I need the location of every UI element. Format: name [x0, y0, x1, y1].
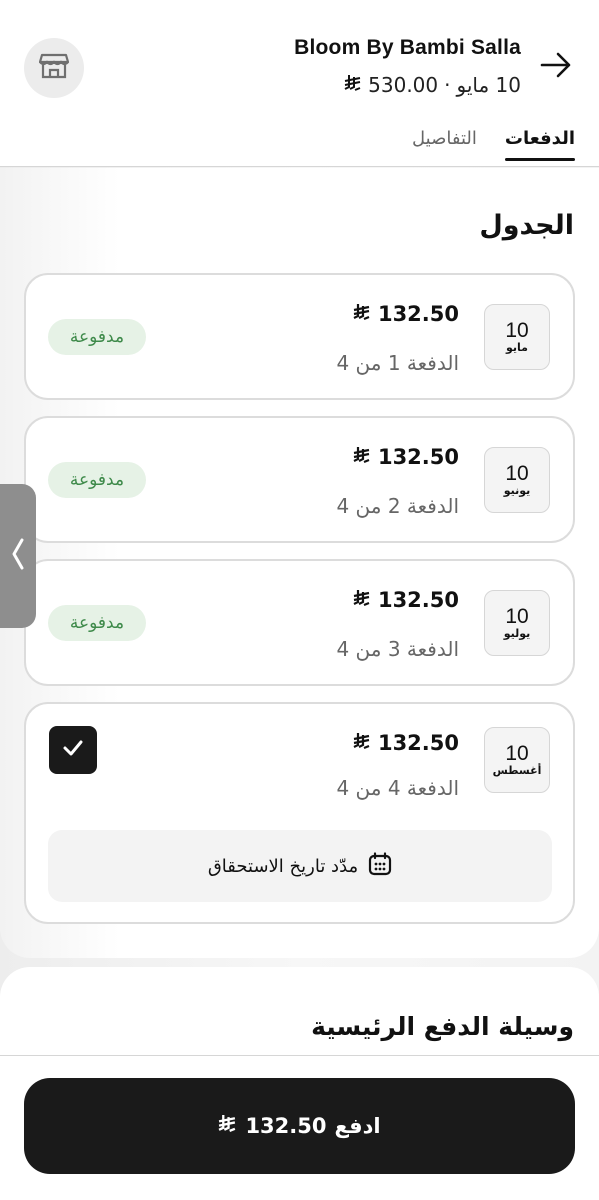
pay-label: ادفع — [334, 1114, 381, 1138]
store-icon — [38, 53, 70, 83]
status-badge: مدفوعة — [48, 462, 146, 498]
installment-amount: 132.50 — [353, 588, 459, 612]
amount-value: 132.50 — [377, 302, 459, 326]
separator: · — [444, 73, 451, 97]
status-badge: مدفوعة — [48, 605, 146, 641]
installment-amount: 132.50 — [353, 731, 459, 755]
date-month: يونيو — [503, 484, 531, 497]
back-button[interactable] — [538, 50, 574, 84]
installment-amount: 132.50 — [353, 302, 459, 326]
arrow-right-icon — [540, 52, 572, 82]
riyal-icon — [218, 1114, 237, 1138]
installment-label: الدفعة 1 من 4 — [336, 351, 459, 375]
date-day: 10 — [505, 319, 529, 342]
order-date: 10 مايو — [456, 73, 521, 97]
riyal-icon — [353, 731, 371, 755]
order-summary: 530.00 · 10 مايو — [344, 73, 521, 97]
installment-card[interactable]: 10 يونيو 132.50 الدفعة 2 من 4 مدفوعة — [24, 416, 575, 543]
date-box: 10 يوليو — [484, 590, 550, 656]
pay-amount: 132.50 — [245, 1114, 327, 1138]
date-box: 10 يونيو — [484, 447, 550, 513]
riyal-icon — [353, 588, 371, 612]
tab-details[interactable]: التفاصيل — [412, 128, 477, 161]
schedule-title: الجدول — [479, 210, 574, 241]
amount-value: 132.50 — [377, 588, 459, 612]
pay-button[interactable]: ادفع 132.50 — [24, 1078, 575, 1174]
order-total: 530.00 — [368, 73, 439, 97]
date-box: 10 مايو — [484, 304, 550, 370]
extend-label: مدّد تاريخ الاستحقاق — [207, 855, 359, 877]
chevron-left-icon — [11, 537, 25, 575]
amount-value: 132.50 — [377, 445, 459, 469]
installment-label: الدفعة 4 من 4 — [336, 776, 459, 800]
riyal-icon — [353, 445, 371, 469]
date-month: يوليو — [503, 627, 531, 640]
store-avatar — [24, 38, 84, 98]
merchant-name: Bloom By Bambi Salla — [294, 36, 521, 59]
installment-card[interactable]: 10 مايو 132.50 الدفعة 1 من 4 مدفوعة — [24, 273, 575, 400]
amount-value: 132.50 — [377, 731, 459, 755]
date-day: 10 — [505, 462, 529, 485]
extend-due-date-button[interactable]: مدّد تاريخ الاستحقاق — [48, 830, 552, 902]
installment-card-selected[interactable]: 10 أغسطس 132.50 الدفعة 4 من 4 مدّد تاريخ… — [24, 702, 575, 924]
installment-amount: 132.50 — [353, 445, 459, 469]
installment-label: الدفعة 2 من 4 — [336, 494, 459, 518]
calendar-icon — [368, 851, 392, 881]
check-icon — [62, 739, 84, 761]
payment-method-title: وسيلة الدفع الرئيسية — [311, 1012, 574, 1041]
date-month: أغسطس — [492, 764, 542, 777]
installment-card[interactable]: 10 يوليو 132.50 الدفعة 3 من 4 مدفوعة — [24, 559, 575, 686]
riyal-icon — [344, 73, 362, 97]
tab-payments[interactable]: الدفعات — [504, 128, 576, 161]
date-day: 10 — [505, 605, 529, 628]
date-box: 10 أغسطس — [484, 727, 550, 793]
select-checkbox[interactable] — [49, 726, 97, 774]
status-badge: مدفوعة — [48, 319, 146, 355]
tabs: الدفعات التفاصيل — [412, 128, 576, 161]
date-month: مايو — [506, 341, 528, 354]
date-day: 10 — [505, 742, 529, 765]
header: Bloom By Bambi Salla 530.00 · 10 مايو ال… — [0, 0, 599, 168]
side-drawer-handle[interactable] — [0, 484, 36, 628]
riyal-icon — [353, 302, 371, 326]
installment-label: الدفعة 3 من 4 — [336, 637, 459, 661]
